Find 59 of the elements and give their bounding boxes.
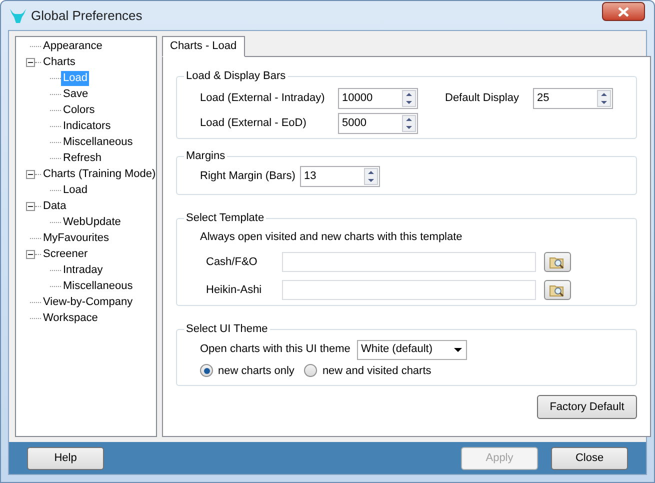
template-note: Always open visited and new charts with this template: [200, 230, 464, 244]
tree-item[interactable]: Data: [41, 198, 68, 214]
group-title: Select UI Theme: [185, 322, 269, 337]
browse-button[interactable]: [544, 280, 571, 300]
spin-field[interactable]: 5000: [338, 113, 418, 134]
folder-search-icon: [549, 284, 566, 296]
spin-arrows-icon[interactable]: [597, 90, 611, 107]
close-button[interactable]: [602, 2, 645, 21]
tab[interactable]: Charts - Load: [162, 36, 245, 57]
tree-item[interactable]: Save: [61, 86, 90, 102]
group-title: Select Template: [185, 211, 266, 226]
footer-button[interactable]: Close: [551, 446, 628, 470]
spin-arrows-icon[interactable]: [402, 115, 416, 132]
field-label: Right Margin (Bars): [200, 169, 296, 184]
field-label: Heikin-Ashi: [206, 282, 263, 298]
collapse-toggle[interactable]: [26, 58, 35, 66]
template-input[interactable]: [282, 280, 536, 300]
tree-item[interactable]: Miscellaneous: [61, 278, 135, 294]
close-icon: [618, 6, 629, 16]
tree-item[interactable]: Charts (Training Mode): [41, 166, 158, 182]
tree-item[interactable]: Miscellaneous: [61, 134, 135, 150]
tree-item[interactable]: Intraday: [61, 262, 105, 278]
folder-search-icon: [549, 256, 566, 268]
tree-item[interactable]: Indicators: [61, 118, 113, 134]
group-title: Margins: [185, 149, 226, 164]
window-title: Global Preferences: [31, 6, 142, 25]
collapse-toggle[interactable]: [26, 250, 35, 258]
tree-item[interactable]: MyFavourites: [41, 230, 112, 246]
field-label: Load (External - Intraday): [200, 91, 326, 106]
footer-button[interactable]: Help: [27, 446, 104, 470]
collapse-toggle[interactable]: [26, 202, 35, 210]
template-input[interactable]: [282, 252, 536, 272]
spin-arrows-icon[interactable]: [364, 168, 378, 185]
radio-option[interactable]: new and visited charts: [304, 362, 432, 379]
spin-field[interactable]: 13: [300, 166, 380, 187]
field-label: Cash/F&O: [206, 254, 258, 270]
field-label: Load (External - EoD): [200, 116, 308, 132]
tree-item[interactable]: Refresh: [61, 150, 104, 166]
bull-head-icon: [9, 8, 27, 24]
spin-field[interactable]: 10000: [338, 88, 418, 109]
tree-item[interactable]: WebUpdate: [61, 214, 123, 230]
factory-default-button[interactable]: Factory Default: [537, 395, 637, 419]
tree-item[interactable]: Appearance: [41, 38, 104, 54]
tree-item[interactable]: View-by-Company: [41, 294, 135, 310]
radio-option[interactable]: new charts only: [200, 362, 294, 379]
field-label: Open charts with this UI theme: [200, 342, 352, 358]
browse-button[interactable]: [544, 252, 571, 272]
dropdown-arrow-icon: [454, 348, 462, 352]
tree-item[interactable]: Load: [61, 182, 90, 198]
tree-item[interactable]: Charts: [41, 54, 78, 70]
theme-dropdown[interactable]: White (default): [357, 340, 467, 360]
group-title: Load & Display Bars: [185, 69, 287, 84]
tree-item[interactable]: Screener: [41, 246, 90, 262]
field-label: Default Display: [445, 91, 520, 106]
spin-arrows-icon[interactable]: [402, 90, 416, 107]
tree-item[interactable]: Workspace: [41, 310, 100, 326]
tree-item[interactable]: Colors: [61, 102, 97, 118]
collapse-toggle[interactable]: [26, 170, 35, 178]
spin-field[interactable]: 25: [533, 88, 613, 109]
